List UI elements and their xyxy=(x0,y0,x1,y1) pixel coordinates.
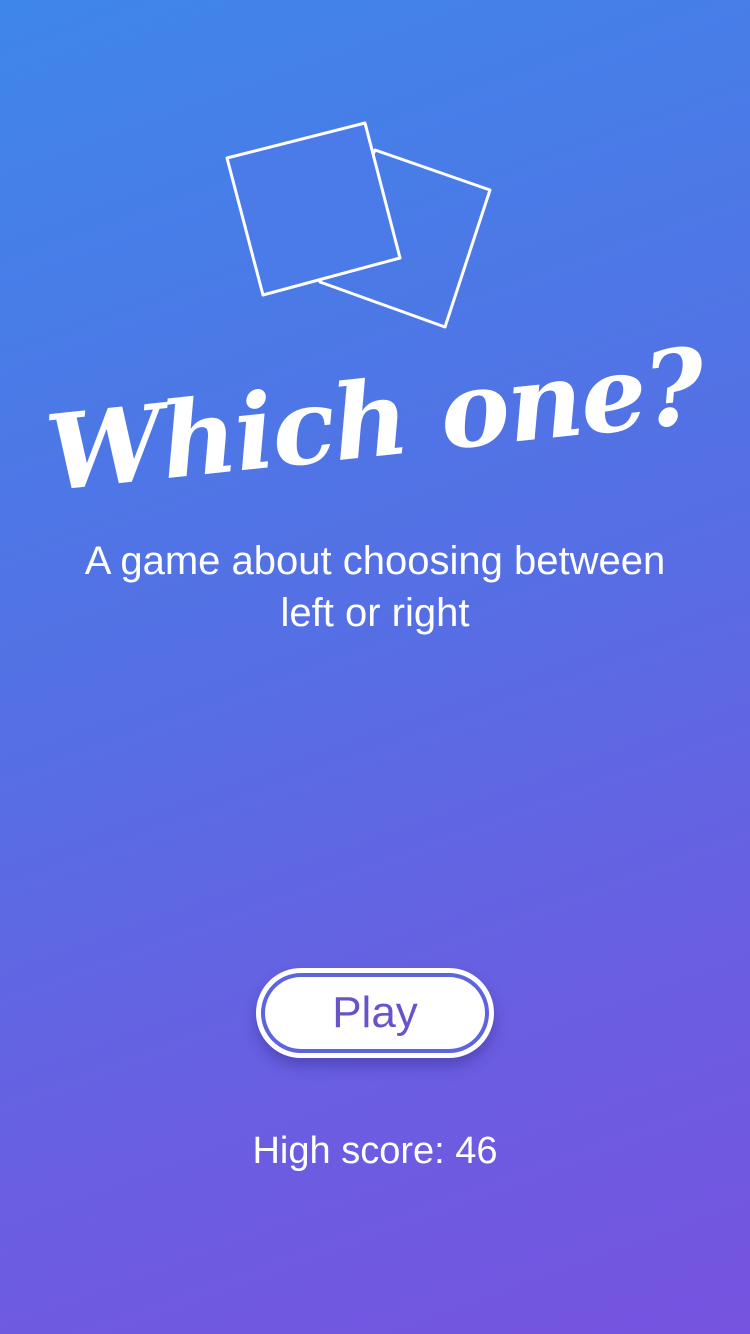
high-score-text: High score: 46 xyxy=(252,1130,498,1172)
play-button[interactable]: Play xyxy=(256,968,494,1058)
game-title: Which one? xyxy=(40,323,710,516)
game-subtitle: A game about choosing between left or ri… xyxy=(84,539,666,635)
two-cards-logo-icon xyxy=(215,110,505,340)
play-button-label: Play xyxy=(265,977,485,1049)
